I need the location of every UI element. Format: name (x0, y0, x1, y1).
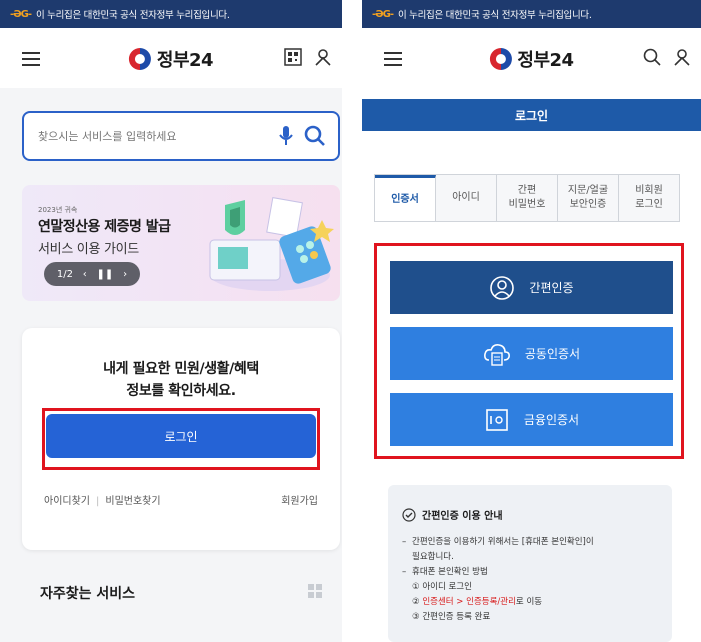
frequent-services: 자주찾는 서비스 (0, 558, 342, 642)
banner-pause-button[interactable]: ❚❚ (97, 269, 114, 280)
official-notice-bar: -ƏG- 이 누리집은 대한민국 공식 전자정부 누리집입니다. (362, 0, 701, 28)
guide-title: 간편인증 이용 안내 (402, 507, 503, 522)
left-screen: -ƏG- 이 누리집은 대한민국 공식 전자정부 누리집입니다. 정부24 20… (0, 0, 342, 642)
person-circle-icon (490, 275, 515, 300)
banner-next-button[interactable]: › (123, 269, 127, 280)
tab-guest-login[interactable]: 비회원 로그인 (619, 175, 679, 221)
join-link[interactable]: 회원가입 (281, 492, 318, 507)
taegeuk-logo-icon (489, 48, 512, 70)
find-password-link[interactable]: 비밀번호찾기 (105, 496, 160, 507)
search-input[interactable] (38, 129, 258, 143)
promo-banner[interactable]: 2023년 귀속 연말정산용 제증명 발급 서비스 이용 가이드 1/2 ‹ ❚… (22, 185, 340, 301)
safe-icon (486, 408, 508, 431)
page-title: 로그인 (362, 99, 701, 131)
search-icon[interactable] (304, 125, 326, 147)
banner-year: 2023년 귀속 (38, 206, 78, 214)
check-circle-icon (402, 507, 416, 522)
banner-title: 연말정산용 제증명 발급 (38, 219, 171, 235)
highlight-box: 간편인증 공동인증서 금융인증서 (374, 243, 684, 459)
list-item: – 간편인증을 이용하기 위해서는 [휴대폰 본인확인]이 (402, 537, 594, 547)
site-logo[interactable]: 정부24 (489, 46, 574, 72)
list-item: ③ 간편인증 등록 완료 (412, 612, 491, 622)
find-id-link[interactable]: 아이디찾기 (44, 496, 90, 507)
financial-certificate-label: 금융인증서 (523, 413, 580, 427)
guide-title-text: 간편인증 이용 안내 (422, 511, 503, 522)
tab-biometric[interactable]: 지문/얼굴 보안인증 (558, 175, 619, 221)
list-item: – 휴대폰 본인확인 방법 (402, 567, 488, 577)
menu-icon[interactable] (384, 52, 402, 66)
tab-certificate[interactable]: 인증서 (375, 175, 436, 221)
search-box[interactable] (22, 111, 340, 161)
list-item: ② 인증센터 > 인증등록/관리로 이동 (412, 597, 543, 607)
login-card: 내게 필요한 민원/생활/혜택 정보를 확인하세요. 로그인 아이디찾기 | 비밀번… (22, 328, 340, 550)
highlight-box (42, 408, 320, 470)
qr-code-icon[interactable] (284, 48, 302, 66)
list-item: 필요합니다. (412, 552, 454, 562)
financial-certificate-button[interactable]: 금융인증서 (390, 393, 673, 446)
login-method-tabs: 인증서 아이디 간편 비밀번호 지문/얼굴 보안인증 비회원 로그인 (374, 174, 680, 222)
banner-subtitle: 서비스 이용 가이드 (38, 242, 139, 257)
site-header: 정부24 (0, 28, 342, 88)
cert-center-link[interactable]: 인증센터 > 인증등록/관리 (422, 597, 516, 607)
joint-certificate-button[interactable]: 공동인증서 (390, 327, 673, 380)
grid-icon[interactable] (308, 584, 322, 598)
search-icon[interactable] (643, 48, 661, 66)
login-prompt: 내게 필요한 민원/생활/혜택 정보를 확인하세요. (22, 358, 340, 402)
site-logo[interactable]: 정부24 (128, 46, 214, 72)
joint-certificate-label: 공동인증서 (524, 347, 581, 361)
banner-pager: 1/2 ‹ ❚❚ › (44, 262, 140, 286)
list-item: ① 아이디 로그인 (412, 582, 472, 592)
flag-icon: -ƏG- (10, 8, 32, 20)
banner-illustration (209, 197, 334, 291)
user-icon[interactable] (673, 48, 691, 66)
home-body: 2023년 귀속 연말정산용 제증명 발급 서비스 이용 가이드 1/2 ‹ ❚… (0, 88, 342, 642)
right-screen: -ƏG- 이 누리집은 대한민국 공식 전자정부 누리집입니다. 정부24 로그… (362, 0, 701, 642)
login-prompt-line1: 내게 필요한 민원/생활/혜택 (103, 361, 259, 377)
taegeuk-logo-icon (128, 48, 151, 70)
logo-text: 정부24 (517, 50, 574, 71)
banner-prev-button[interactable]: ‹ (83, 269, 87, 280)
flag-icon: -ƏG- (372, 8, 394, 20)
cloud-document-icon (483, 343, 510, 366)
user-icon[interactable] (314, 48, 332, 66)
simple-auth-guide: 간편인증 이용 안내 – 간편인증을 이용하기 위해서는 [휴대폰 본인확인]이 … (388, 485, 672, 642)
guide-list: – 간편인증을 이용하기 위해서는 [휴대폰 본인확인]이 필요합니다. – 휴대폰… (402, 535, 662, 625)
notice-text: 이 누리집은 대한민국 공식 전자정부 누리집입니다. (398, 10, 592, 21)
banner-page: 1/2 (56, 268, 73, 280)
logo-text: 정부24 (156, 50, 214, 71)
official-notice-bar: -ƏG- 이 누리집은 대한민국 공식 전자정부 누리집입니다. (0, 0, 342, 28)
tab-simple-password[interactable]: 간편 비밀번호 (497, 175, 558, 221)
simple-auth-label: 간편인증 (529, 281, 574, 295)
frequent-services-title: 자주찾는 서비스 (40, 586, 136, 602)
login-prompt-line2: 정보를 확인하세요. (126, 383, 236, 399)
account-links: 아이디찾기 | 비밀번호찾기 (44, 496, 161, 507)
simple-auth-button[interactable]: 간편인증 (390, 261, 673, 314)
site-header: 정부24 (362, 28, 701, 88)
notice-text: 이 누리집은 대한민국 공식 전자정부 누리집입니다. (36, 10, 230, 21)
menu-icon[interactable] (22, 52, 40, 66)
tab-id[interactable]: 아이디 (436, 175, 497, 221)
microphone-icon[interactable] (278, 125, 294, 147)
